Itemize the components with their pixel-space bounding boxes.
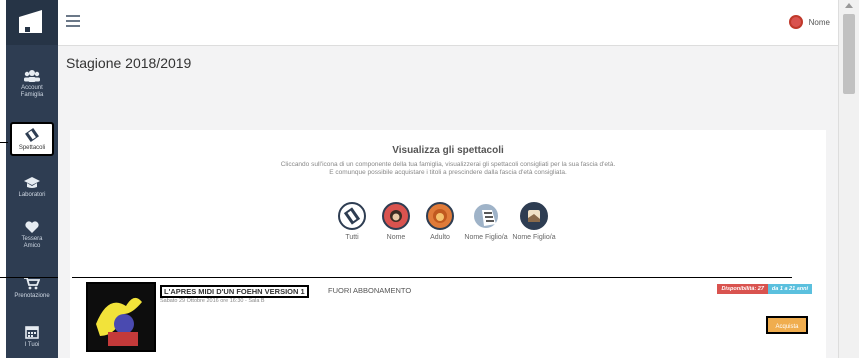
show-date: Sabato 29 Ottobre 2016 ore 16:30 - Sala … [160,298,265,304]
page-title: Stagione 2018/2019 [66,55,192,71]
sidebar-item-account-famiglia[interactable]: Account Famiglia [6,70,58,99]
tickets-icon [25,128,39,142]
sidebar-item-label: Spettacoli [18,145,46,151]
topbar: Nome [58,0,838,46]
tickets-icon [338,202,366,230]
age-range-badge: da 1 a 21 anni [767,284,812,294]
sidebar: Account Famiglia Spettacoli Laboratori Te… [6,0,58,358]
monkey-avatar-icon [382,202,410,230]
sidebar-item-label: Laboratori [18,192,46,198]
hamburger-menu-icon[interactable] [66,15,80,30]
user-menu[interactable]: Nome [788,15,830,29]
users-icon [24,70,40,82]
main-content: Stagione 2018/2019 Visualizza gli spetta… [58,46,838,358]
graduation-cap-icon [24,177,40,188]
sidebar-item-label: Prenotazione [14,293,50,299]
callout-line [0,142,8,143]
zebra-avatar-icon [472,202,500,230]
child-avatar-icon [520,202,548,230]
show-subtitle: FUORI ABBONAMENTO [328,286,412,295]
scrollbar-thumb[interactable] [843,14,855,94]
filter-card: Visualizza gli spettacoli Cliccando sull… [70,130,826,280]
sidebar-item-spettacoli[interactable]: Spettacoli [10,122,54,156]
sidebar-item-tessera-amico[interactable]: Tessera Amico [6,221,58,250]
card-title: Visualizza gli spettacoli [392,145,504,156]
sidebar-item-label: Account Famiglia [20,85,44,98]
avatar [788,15,803,29]
app-window: Account Famiglia Spettacoli Laboratori Te… [0,0,859,358]
availability-badge: Disponibilità: 27 [717,284,768,294]
user-name: Nome [808,17,830,27]
sidebar-item-i-tuoi[interactable]: I Tuoi [6,325,58,349]
house-logo-icon [19,10,42,33]
sidebar-item-label: Tessera Amico [21,236,43,249]
lion-avatar-icon [426,202,454,230]
callout-line [72,277,792,278]
show-badges: Disponibilità: 27 da 1 a 21 anni [717,284,812,294]
filter-label: Nome Figlio/a [512,234,556,241]
cart-icon [24,277,40,290]
show-title[interactable]: L'APRES MIDI D'UN FOEHN VERSION 1 [160,285,309,298]
scrollbar[interactable] [838,0,859,358]
sidebar-item-prenotazione[interactable]: Prenotazione [6,277,58,300]
show-list-item[interactable]: L'APRES MIDI D'UN FOEHN VERSION 1 FUORI … [70,276,826,358]
logo[interactable] [6,0,58,45]
card-description: Cliccando sull'icona di un componente de… [70,161,826,177]
filter-nome-figlio-2[interactable]: Nome Figlio/a [506,202,562,241]
sidebar-item-laboratori[interactable]: Laboratori [6,177,58,199]
calendar-icon [25,326,39,339]
heart-icon [25,221,39,233]
card-description-line: E comunque possibile acquistare i titoli… [329,169,567,176]
buy-button[interactable]: Acquista [766,316,808,334]
scroll-up-icon[interactable] [845,3,853,8]
card-description-line: Cliccando sull'icona di un componente de… [280,161,616,168]
show-thumbnail[interactable] [86,282,156,352]
family-filter: Tutti Nome Adulto Nome Figlio/a Nome Fig… [324,202,584,252]
sidebar-item-label: I Tuoi [24,342,40,348]
